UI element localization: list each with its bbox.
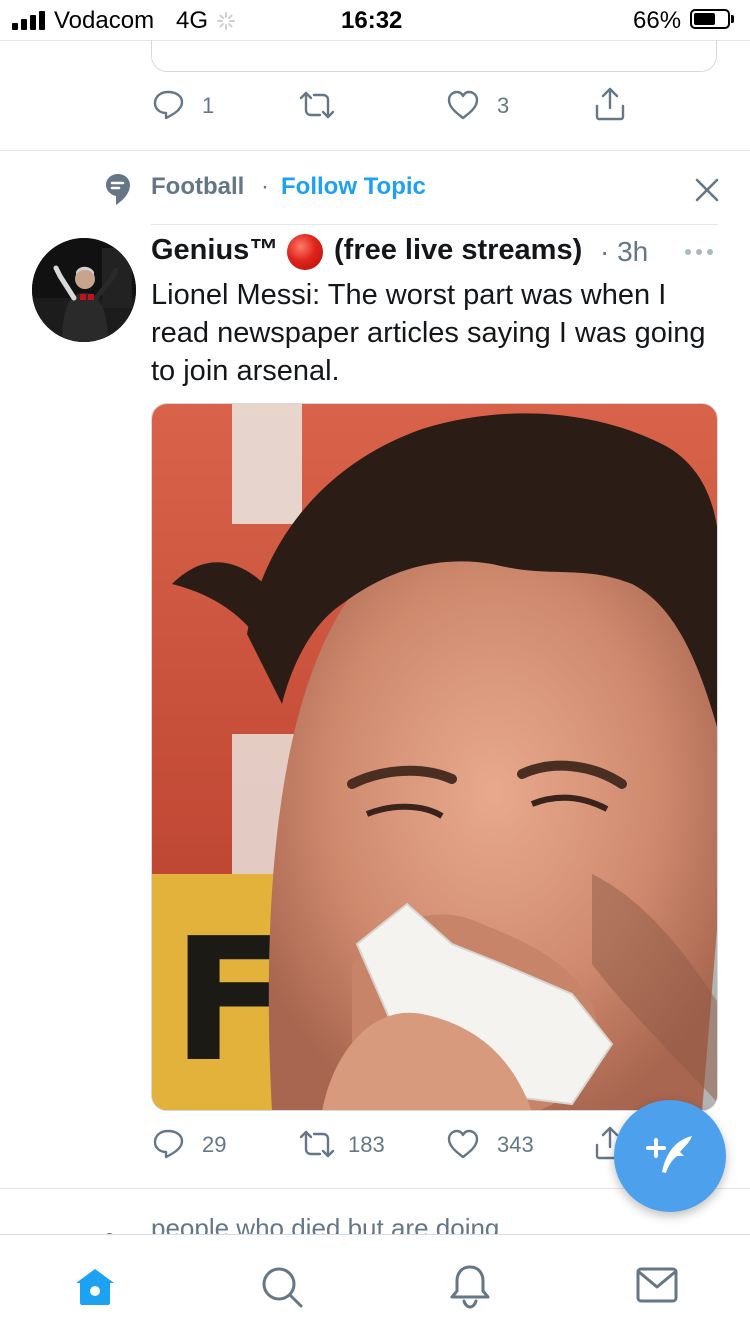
clock: 16:32: [341, 7, 403, 34]
like-icon[interactable]: [446, 90, 480, 120]
battery-percent: 66%: [633, 7, 682, 34]
home-icon[interactable]: [74, 1267, 116, 1307]
status-bar: Vodacom 4G 16:32 66%: [0, 0, 750, 40]
retweet-icon[interactable]: [298, 90, 336, 120]
reply-icon[interactable]: [152, 1128, 186, 1160]
author-name[interactable]: Genius™: [151, 234, 278, 267]
prev-like-count: 3: [497, 93, 510, 118]
bottom-tab-bar: [0, 1234, 750, 1335]
like-icon[interactable]: [446, 1129, 480, 1159]
reply-icon[interactable]: [152, 89, 186, 121]
topic-separator: ·: [261, 173, 269, 200]
author-name-suffix[interactable]: (free live streams): [334, 234, 582, 267]
topic-icon: [106, 174, 130, 205]
tweet-text: Lionel Messi: The worst part was when I …: [151, 279, 706, 387]
tweet-divider: [0, 150, 750, 151]
tweet-time: · 3h: [600, 236, 649, 267]
avatar[interactable]: [32, 238, 136, 342]
prev-reply-count: 1: [202, 93, 215, 118]
next-tweet-text: people who died but are doing: [151, 1213, 500, 1234]
compose-tweet-button[interactable]: [614, 1100, 726, 1212]
share-icon[interactable]: [594, 86, 626, 122]
topic-divider: [151, 224, 718, 225]
carrier-label: Vodacom: [54, 7, 155, 34]
reply-count: 29: [202, 1132, 227, 1157]
close-icon[interactable]: [694, 177, 720, 203]
activity-spinner-icon: [217, 12, 235, 30]
messages-icon[interactable]: [636, 1267, 678, 1303]
tweet-media-photo[interactable]: F: [151, 403, 718, 1111]
battery-cap: [731, 15, 734, 23]
more-icon[interactable]: [684, 247, 714, 257]
battery-icon: [690, 9, 730, 29]
retweet-count: 183: [348, 1132, 385, 1157]
red-circle-emoji-icon: [287, 234, 323, 270]
like-count: 343: [497, 1132, 534, 1157]
search-icon[interactable]: [260, 1265, 304, 1309]
network-label: 4G: [176, 7, 209, 34]
compose-icon: [646, 1136, 692, 1173]
topic-name[interactable]: Football: [151, 173, 244, 201]
follow-topic-link[interactable]: Follow Topic: [281, 173, 426, 201]
signal-icon: [12, 10, 48, 30]
notifications-icon[interactable]: [448, 1263, 492, 1309]
retweet-icon[interactable]: [298, 1129, 336, 1159]
